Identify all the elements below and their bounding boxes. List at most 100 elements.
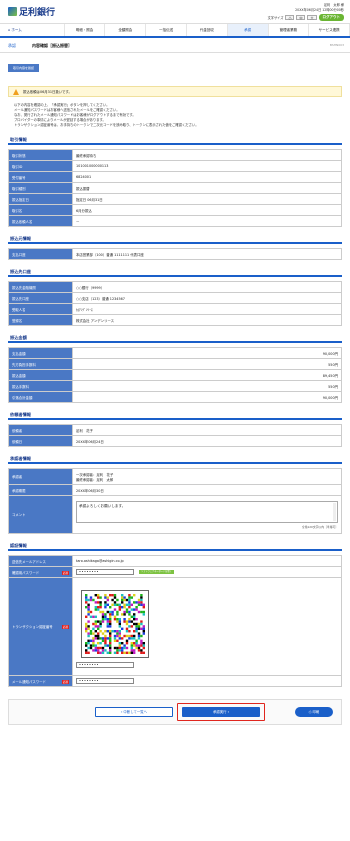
qr-module [85,629,88,632]
qr-module [130,634,133,637]
approve-execute-button[interactable]: 承認実行 › [182,707,260,717]
qr-module [121,598,124,601]
qr-module [85,593,88,596]
qr-module [140,619,143,623]
qr-module [87,641,90,644]
qr-module [125,598,129,601]
qr-module [109,617,112,620]
field-label: 振込先口座 [8,292,73,304]
qr-module [118,629,121,632]
qr-module [142,612,145,616]
software-keyboard-button[interactable]: ソフトウェアキーボードを開く [139,570,174,574]
qr-module [123,617,126,620]
qr-module [99,595,102,599]
comment-textarea[interactable]: 承認よろしくお願いします。 [76,500,338,523]
page-title: 内容確認［振込振替］ [32,43,72,48]
qr-module [133,600,136,604]
font-small-button[interactable]: 小 [285,15,295,20]
qr-module [94,607,97,611]
qr-module [135,629,138,632]
qr-module [123,643,126,647]
nav-home-label: ホーム [11,28,22,32]
qr-module [125,603,129,606]
nav-item-bulk[interactable]: 一括伝送 [146,24,187,36]
qr-module [85,622,88,625]
nav-item-collection[interactable]: 代金回収 [187,24,228,36]
comment-text: 承認よろしくお願いします。 [79,503,126,508]
notice-text: 振込依頼は06月31日扱いです。 [23,90,72,94]
qr-module [87,607,90,611]
font-size-label: 文字サイズ [267,16,284,20]
mail-password-input[interactable]: •••••••• [76,678,134,684]
qr-module [99,636,102,640]
nav-item-admin[interactable]: 管理者業務 [269,24,310,36]
qr-module [89,646,93,649]
qr-module [128,595,131,599]
qr-module [97,619,100,623]
nav-item-approval[interactable]: 承認 [227,24,269,36]
section-transaction: 取引情報 取引状態 最終承認待ち 取引ID 101001000000113 受付番号… [8,135,342,227]
qr-module [109,624,112,628]
field-label: 振込先金融機関 [8,281,73,293]
qr-module [87,639,90,642]
qr-module [113,595,117,599]
qr-module [130,624,133,628]
qr-module [135,617,138,620]
nav-home[interactable]: ⌂ ホーム [0,24,65,36]
qr-module [133,607,136,611]
qr-module [130,643,133,647]
qr-module [118,624,121,628]
qr-module [92,627,95,630]
qr-module [89,598,93,601]
qr-module [94,622,97,625]
qr-module [101,639,105,642]
font-large-button[interactable]: 大 [307,15,317,20]
field-label: トランザクション認証番号 必須 [8,577,73,676]
field-value: 89,450円 [72,369,342,381]
qr-module [92,636,95,640]
qr-module [94,643,97,647]
field-label: 承認期限 [8,484,73,496]
qr-module [104,636,107,640]
qr-module [111,629,114,632]
table-row: トランザクション認証番号 必須 •••••••• [8,577,342,676]
qr-module [142,643,145,647]
qr-module [133,593,136,596]
bank-logo[interactable]: 足利銀行 [8,5,55,18]
qr-module [106,651,109,654]
logout-button[interactable]: ログアウト [318,14,344,21]
print-button[interactable]: ⎙ 印刷 [295,707,333,717]
section-requester: 依頼者情報 依頼者 足利 花子 依頼日 20XX年06月24日 [8,410,342,447]
nav-item-service[interactable]: サービス連携 [309,24,350,36]
confirm-password-input[interactable]: •••••••• [76,569,134,575]
qr-module [137,648,141,652]
qr-module [118,636,121,640]
qr-module [109,646,112,649]
transaction-auth-input[interactable]: •••••••• [76,661,134,668]
qr-module [89,595,93,599]
qr-module [89,610,93,613]
table-row: 送信先メールアドレス taro.ashikaga@ashigin.co.jp [8,555,342,567]
bank-name: 足利銀行 [19,8,56,18]
qr-module [92,598,95,601]
qr-module [125,641,129,644]
table-row: 取引種別 振込振替 [8,182,342,194]
qr-module [97,595,100,599]
back-to-list-button[interactable]: ‹ 中断して一覧へ [95,707,173,717]
source-table: 支払口座 本店営業部（100）普通 1111111 代表口座 [8,248,342,260]
font-mid-button[interactable]: 中 [296,15,306,20]
nav-item-statements[interactable]: 明細・照会 [65,24,106,36]
qr-module [137,622,141,625]
qr-module [123,634,126,637]
comment-char-limit: 全角120文字以内［半角可］ [301,524,338,529]
field-value: 足利 花子 [72,424,342,436]
qr-module [116,646,119,649]
qr-module [101,615,105,618]
qr-code-graphic [85,593,145,654]
field-label: 取引状態 [8,149,73,161]
qr-module [87,631,90,635]
nav-item-balance[interactable]: 全額照会 [105,24,147,36]
comment-scrollbar[interactable] [333,502,336,521]
qr-module [111,593,114,596]
qr-module [109,615,112,618]
